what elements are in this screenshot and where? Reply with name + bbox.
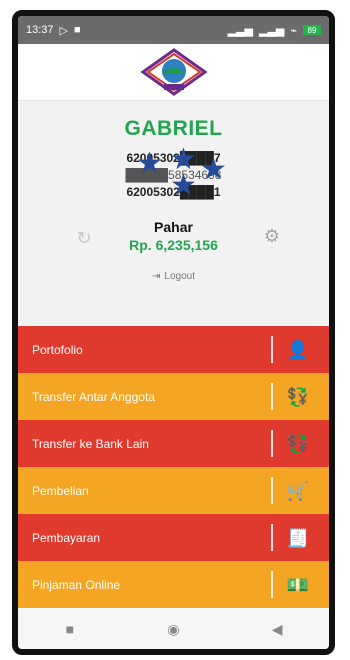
member-name: GABRIEL [124,117,223,140]
menu-item-portofolio[interactable]: Portofolio 👤 [18,326,329,373]
logout-link[interactable]: ⇥ Logout [18,271,329,282]
loan-icon: 💵 [286,574,310,595]
back-button[interactable]: ◀ [268,620,286,638]
menu-divider [271,524,273,551]
user-icon: 👤 [286,339,310,360]
status-right: ▂▃▅ ▂▃▅ ⌁ 89 [228,24,321,37]
balance-amount: Rp. 6,235,156 [129,237,218,253]
main-menu: Portofolio 👤 Transfer Antar Anggota 💱 Tr… [18,326,329,608]
account-number-3: 62005302████1 [126,185,221,199]
recent-apps-button[interactable]: ■ [61,620,79,638]
menu-divider [271,383,273,410]
menu-item-transfer-ke-bank-lain[interactable]: Transfer ke Bank Lain 💱 [18,420,329,467]
menu-item-pembayaran[interactable]: Pembayaran 🧾 [18,514,329,561]
menu-item-pembelian[interactable]: Pembelian 🛒 [18,467,329,514]
phone-frame: 13:37 ▷ ■ ▂▃▅ ▂▃▅ ⌁ 89 GABRIEL 62005302█… [12,10,335,655]
menu-label: Pembayaran [32,530,101,545]
battery-level: 89 [307,25,317,35]
wifi-icon: ⌁ [290,24,297,37]
menu-label: Pembelian [32,483,89,498]
money-transfer-icon: 💱 [286,386,310,407]
menu-divider [271,430,273,457]
menu-label: Portofolio [32,342,83,357]
menu-item-transfer-antar-anggota[interactable]: Transfer Antar Anggota 💱 [18,373,329,420]
signal-icon-2: ▂▃▅ [258,24,285,37]
video-icon: ■ [74,24,81,36]
balance-label: Pahar [154,219,193,235]
signal-icon: ▂▃▅ [227,24,253,37]
menu-label: Pinjaman Online [32,577,121,592]
status-bar: 13:37 ▷ ■ ▂▃▅ ▂▃▅ ⌁ 89 [18,16,329,44]
menu-label: Transfer ke Bank Lain [32,436,149,451]
logout-label: Logout [164,271,195,282]
money-transfer-icon: 💱 [286,433,310,454]
menu-item-pinjaman-online[interactable]: Pinjaman Online 💵 [18,561,329,608]
receipt-icon: 🧾 [286,527,310,548]
profile-panel: GABRIEL 62005302████7 █████58534698 6200… [18,101,329,325]
cart-icon: 🛒 [286,480,310,501]
battery-icon: 89 [303,25,321,35]
status-time: 13:37 [26,24,54,36]
account-number-1: 62005302████7 [126,151,221,165]
menu-divider [271,336,273,363]
menu-divider [271,571,273,598]
status-left: 13:37 ▷ ■ [26,24,81,37]
account-number-2: █████58534698 [125,168,222,182]
menu-label: Transfer Antar Anggota [32,389,155,404]
menu-divider [271,477,273,504]
android-nav-bar: ■ ◉ ◀ [18,609,329,649]
app-header [18,44,329,101]
logout-icon: ⇥ [152,271,161,282]
play-icon: ▷ [59,24,68,37]
home-button[interactable]: ◉ [164,620,182,638]
cooperative-logo [139,48,209,96]
